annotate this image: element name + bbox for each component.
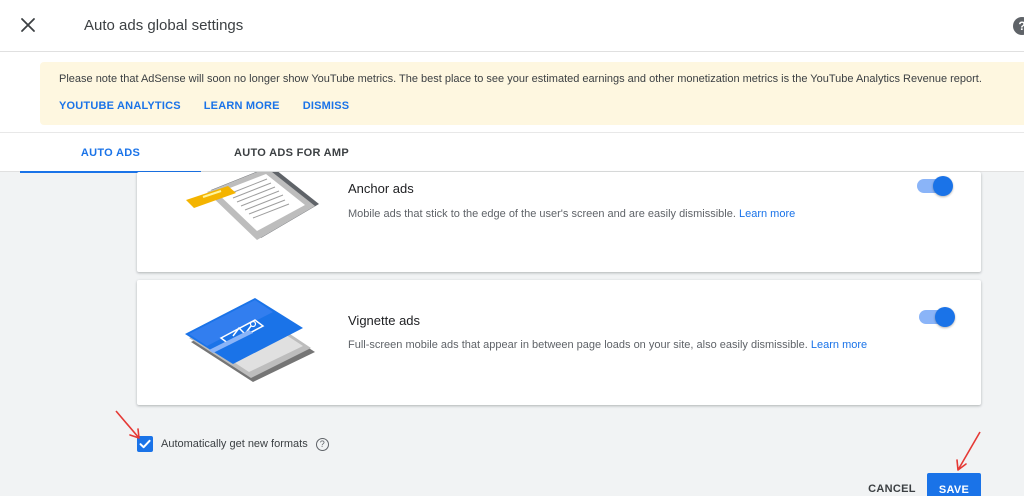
auto-formats-row: Automatically get new formats ? (137, 435, 329, 453)
description-text: Mobile ads that stick to the edge of the… (348, 208, 736, 220)
anchor-ads-card: Anchor ads Mobile ads that stick to the … (137, 172, 981, 272)
banner-message: Please note that AdSense will soon no lo… (59, 73, 982, 85)
auto-formats-label: Automatically get new formats (161, 438, 308, 450)
dismiss-link[interactable]: DISMISS (303, 100, 350, 112)
close-icon (21, 18, 35, 32)
help-icon[interactable]: ? (1013, 17, 1024, 35)
banner-links: YOUTUBE ANALYTICS LEARN MORE DISMISS (59, 100, 349, 112)
anchor-ads-toggle[interactable] (917, 176, 953, 196)
annotation-arrow-checkbox (115, 410, 140, 439)
close-button[interactable] (17, 14, 39, 36)
banner-area: Please note that AdSense will soon no lo… (0, 52, 1024, 132)
vignette-ads-card: Vignette ads Full-screen mobile ads that… (137, 280, 981, 405)
toggle-knob (933, 176, 953, 196)
top-app-bar: Auto ads global settings ? (0, 0, 1024, 52)
anchor-ads-illustration (186, 172, 319, 240)
card-description: Mobile ads that stick to the edge of the… (348, 208, 795, 220)
anchor-ads-learn-more-link[interactable]: Learn more (739, 208, 795, 220)
vignette-ads-illustration (185, 298, 315, 382)
tab-bar: AUTO ADS AUTO ADS FOR AMP (0, 132, 1024, 173)
toggle-knob (935, 307, 955, 327)
vignette-ads-learn-more-link[interactable]: Learn more (811, 339, 867, 351)
tab-auto-ads[interactable]: AUTO ADS (20, 133, 201, 173)
card-title: Vignette ads (348, 313, 421, 328)
page-title: Auto ads global settings (84, 17, 244, 34)
card-description: Full-screen mobile ads that appear in be… (348, 339, 867, 351)
annotation-arrow-save (956, 431, 981, 471)
vignette-ads-toggle[interactable] (919, 307, 955, 327)
learn-more-link[interactable]: LEARN MORE (204, 100, 280, 112)
card-title: Anchor ads (348, 181, 414, 196)
youtube-analytics-link[interactable]: YOUTUBE ANALYTICS (59, 100, 181, 112)
tab-auto-ads-for-amp[interactable]: AUTO ADS FOR AMP (201, 133, 382, 173)
notice-banner: Please note that AdSense will soon no lo… (40, 62, 1024, 125)
description-text: Full-screen mobile ads that appear in be… (348, 339, 808, 351)
question-circle-icon[interactable]: ? (315, 437, 329, 451)
save-button[interactable]: SAVE (927, 473, 981, 496)
cancel-button[interactable]: CANCEL (862, 474, 922, 496)
